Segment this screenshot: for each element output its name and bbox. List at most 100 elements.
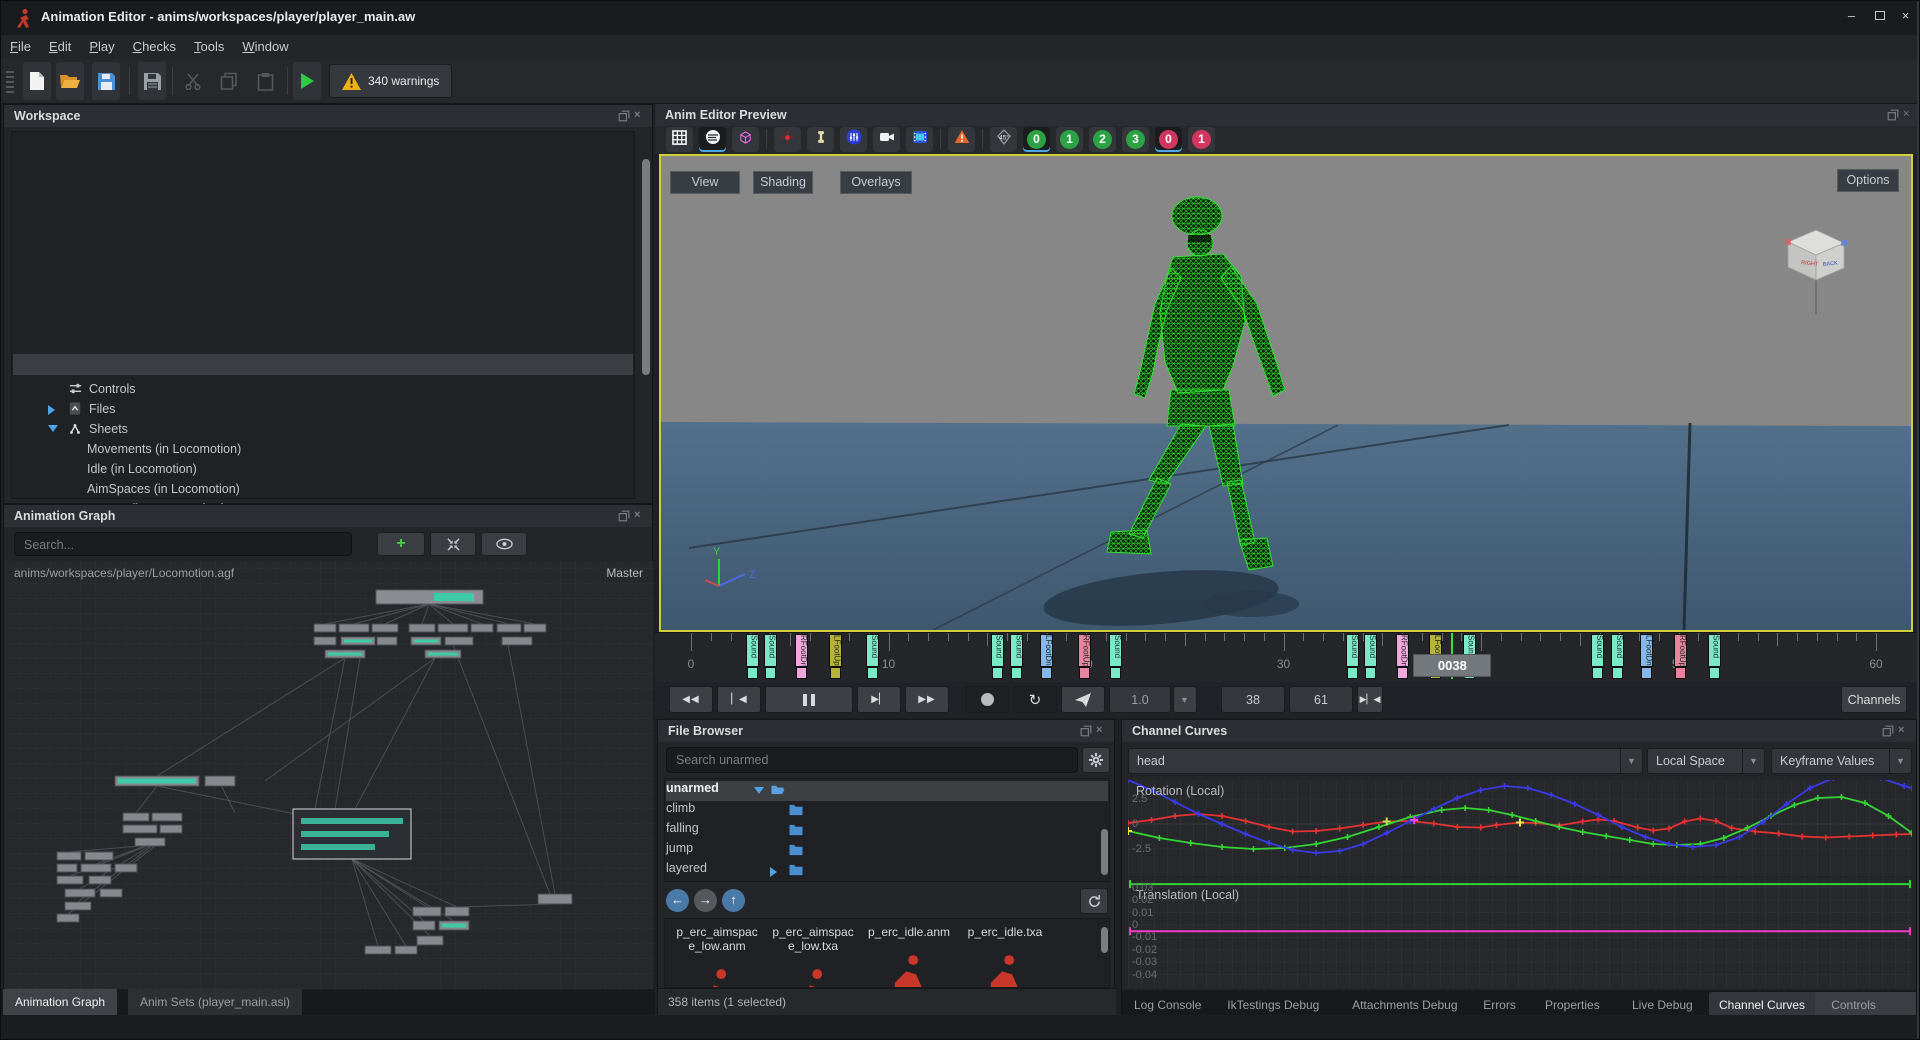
folder-item-jump[interactable]: jump bbox=[666, 841, 1097, 861]
timeline-event-block[interactable] bbox=[830, 667, 841, 679]
timeline-event-block[interactable] bbox=[1365, 667, 1376, 679]
selected-keyframe[interactable] bbox=[1516, 819, 1524, 827]
workspace-scrollbar[interactable] bbox=[640, 131, 652, 499]
graph-node[interactable] bbox=[115, 864, 137, 872]
timeline-event-sound[interactable]: Sound bbox=[764, 634, 777, 667]
fit-view-button[interactable] bbox=[430, 532, 476, 556]
graph-node[interactable] bbox=[502, 637, 532, 645]
timeline-event-sound[interactable]: Sound bbox=[1109, 634, 1122, 667]
workspace-tree-item-controls[interactable]: Controls bbox=[13, 379, 620, 399]
channels-button[interactable]: Channels bbox=[1841, 686, 1907, 713]
options-button[interactable]: Options bbox=[1837, 169, 1899, 192]
graph-node[interactable] bbox=[339, 624, 369, 632]
workspace-tree-item-idle[interactable]: Idle (in Locomotion) bbox=[13, 459, 620, 479]
graph-node[interactable] bbox=[89, 876, 111, 884]
graph-node[interactable] bbox=[445, 907, 469, 916]
filter-settings-button[interactable] bbox=[1082, 747, 1110, 773]
timeline-event-rfootup[interactable]: RFootUp bbox=[1078, 634, 1091, 667]
timeline-event-sound[interactable]: Sound bbox=[1010, 634, 1023, 667]
timeline-event-block[interactable] bbox=[1592, 667, 1603, 679]
timeline-event-block[interactable] bbox=[747, 667, 758, 679]
display-select[interactable]: Keyframe Values▼ bbox=[1771, 748, 1912, 774]
tab-anim-sets-player-main-asi-[interactable]: Anim Sets (player_main.asi) bbox=[128, 989, 303, 1015]
graph-node[interactable] bbox=[81, 864, 111, 872]
graph-node[interactable] bbox=[417, 936, 443, 945]
timeline-event-block[interactable] bbox=[1709, 667, 1720, 679]
float-panel-icon[interactable] bbox=[1882, 725, 1894, 737]
graph-node[interactable] bbox=[497, 624, 521, 632]
deg45-toggle-button[interactable]: 45° bbox=[990, 127, 1017, 152]
timeline-ruler[interactable]: 0102030405060SoundSoundRFootDnLFootUpSou… bbox=[655, 632, 1920, 682]
close-button[interactable]: × bbox=[1892, 1, 1919, 31]
graph-node[interactable] bbox=[445, 637, 473, 645]
file-item[interactable]: p_erc_idle.anm bbox=[865, 925, 953, 988]
graph-node[interactable] bbox=[85, 852, 113, 860]
timeline-event-sound[interactable]: Sound bbox=[1346, 634, 1359, 667]
copy-button[interactable] bbox=[215, 62, 243, 100]
warnings-button[interactable]: 340 warnings bbox=[329, 64, 452, 98]
timeline-event-sound[interactable]: Sound bbox=[1708, 634, 1721, 667]
open-button[interactable] bbox=[56, 62, 84, 100]
speed-dropdown-arrow[interactable]: ▼ bbox=[1173, 686, 1197, 713]
timeline-event-block[interactable] bbox=[1347, 667, 1358, 679]
node-graph-canvas[interactable]: anims/workspaces/player/Locomotion.agf M… bbox=[5, 561, 653, 989]
graph-node[interactable] bbox=[413, 921, 435, 930]
channels-toggle-button[interactable] bbox=[840, 127, 867, 152]
chevron-down-icon[interactable] bbox=[48, 425, 58, 432]
rotation-curve-graph[interactable]: Rotation (Local) 2.50-2.5 bbox=[1128, 780, 1912, 876]
playback-speed-field[interactable]: 1.0 bbox=[1109, 686, 1171, 713]
graph-node[interactable] bbox=[160, 825, 182, 833]
layer-toggle-1[interactable]: 1 bbox=[1056, 127, 1083, 152]
graph-node[interactable] bbox=[57, 852, 81, 860]
float-panel-icon[interactable] bbox=[618, 510, 630, 522]
menu-window[interactable]: Window bbox=[233, 35, 297, 58]
file-list-scrollbar-thumb[interactable] bbox=[1101, 927, 1108, 953]
warning-toggle-button[interactable] bbox=[948, 127, 975, 152]
translation-curves-svg[interactable] bbox=[1128, 878, 1912, 988]
graph-node[interactable] bbox=[538, 894, 572, 904]
graph-node[interactable] bbox=[314, 624, 336, 632]
workspace-tree-item-movements[interactable]: Movements (in Locomotion) bbox=[13, 439, 620, 459]
toolbar-drag-handle[interactable] bbox=[6, 71, 14, 93]
paste-button[interactable] bbox=[251, 62, 279, 100]
timeline-event-rfootup[interactable]: RFootUp bbox=[1674, 634, 1687, 667]
save-all-button[interactable] bbox=[138, 62, 166, 100]
close-panel-icon[interactable]: × bbox=[634, 510, 646, 522]
close-panel-icon[interactable]: × bbox=[1903, 109, 1915, 121]
timeline-event-block[interactable] bbox=[765, 667, 776, 679]
grid-toggle-button[interactable] bbox=[666, 127, 693, 152]
filmstrip-toggle-button[interactable] bbox=[906, 127, 933, 152]
graph-node[interactable] bbox=[65, 902, 91, 910]
bone-toggle-button[interactable] bbox=[807, 127, 834, 152]
folder-item-climb[interactable]: climb bbox=[666, 801, 1097, 821]
layer-toggle-3[interactable]: 3 bbox=[1122, 127, 1149, 152]
viewport-3d[interactable]: RIGHT BACK Y Z View Shading Overlays bbox=[659, 154, 1913, 632]
layer-toggle-1[interactable]: 1 bbox=[1188, 127, 1215, 152]
file-item[interactable]: p_erc_aimspace_low.anm bbox=[673, 925, 761, 988]
float-panel-icon[interactable] bbox=[618, 110, 630, 122]
file-item[interactable]: p_erc_idle.txa bbox=[961, 925, 1049, 988]
timeline-event-block[interactable] bbox=[1675, 667, 1686, 679]
graph-node[interactable] bbox=[365, 946, 391, 954]
save-button[interactable] bbox=[92, 62, 120, 100]
graph-node[interactable] bbox=[438, 624, 468, 632]
folder-tree-scrollbar-thumb[interactable] bbox=[1101, 829, 1108, 875]
graph-node[interactable] bbox=[524, 624, 546, 632]
graph-node[interactable] bbox=[314, 637, 336, 645]
graph-node[interactable] bbox=[152, 813, 182, 821]
overlays-menu-button[interactable]: Overlays bbox=[840, 171, 912, 194]
record-button[interactable] bbox=[965, 686, 1009, 713]
space-select[interactable]: Local Space▼ bbox=[1647, 748, 1765, 774]
timeline-event-lfootup[interactable]: LFootUp bbox=[829, 634, 842, 667]
chevron-right-icon[interactable] bbox=[48, 405, 55, 415]
selected-row-highlight[interactable] bbox=[13, 354, 633, 375]
folder-item-falling[interactable]: falling bbox=[666, 821, 1097, 841]
graph-node[interactable] bbox=[57, 876, 83, 884]
timeline-event-lfootdn[interactable]: LFootDn bbox=[1040, 634, 1053, 667]
send-pose-button[interactable] bbox=[1061, 686, 1105, 713]
file-item[interactable]: p_erc_aimspace_low.txa bbox=[769, 925, 857, 988]
workspace-tree-item-aimspaces[interactable]: AimSpaces (in Locomotion) bbox=[13, 479, 620, 499]
layer-toggle-0[interactable]: 0 bbox=[1023, 127, 1050, 152]
maximize-button[interactable] bbox=[1866, 1, 1893, 31]
chevron-right-icon[interactable] bbox=[770, 867, 777, 877]
